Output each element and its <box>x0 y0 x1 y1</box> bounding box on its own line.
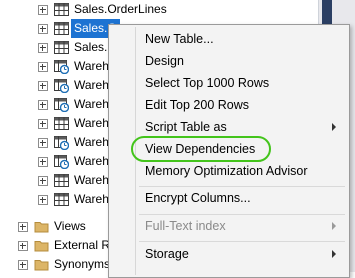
menu-item-full-text-index: Full-Text index <box>145 219 226 233</box>
expand-icon[interactable] <box>38 5 48 15</box>
expand-icon[interactable] <box>38 62 48 72</box>
tree-node-label: Wareh <box>74 192 109 206</box>
tree-node-label: Synonyms <box>54 257 111 271</box>
table-icon <box>54 117 69 130</box>
expand-icon[interactable] <box>38 119 48 129</box>
menu-separator <box>139 241 345 242</box>
folder-icon <box>34 241 49 252</box>
menu-item-edit-top-200[interactable]: Edit Top 200 Rows <box>145 94 249 116</box>
menu-icon-gutter <box>135 27 136 275</box>
tree-node-label: Wareh <box>74 135 109 149</box>
table-icon <box>54 3 69 16</box>
temporal-table-icon <box>54 60 69 74</box>
tree-node-label: Wareh <box>74 154 109 168</box>
menu-item-select-top-1000[interactable]: Select Top 1000 Rows <box>145 72 269 94</box>
menu-item-new-table[interactable]: New Table... <box>145 28 214 50</box>
expand-icon[interactable] <box>38 81 48 91</box>
expand-icon[interactable] <box>18 222 28 232</box>
temporal-table-icon <box>54 79 69 93</box>
tree-node-label: Wareh <box>74 97 109 111</box>
tree-node-label: Wareh <box>74 59 109 73</box>
context-menu: New Table... Design Select Top 1000 Rows… <box>108 24 350 278</box>
expand-icon[interactable] <box>38 24 48 34</box>
table-icon <box>54 22 69 35</box>
tree-node-label: Wareh <box>74 78 109 92</box>
temporal-table-icon <box>54 136 69 150</box>
tree-node-label: Wareh <box>74 116 109 130</box>
temporal-table-icon <box>54 155 69 169</box>
folder-icon <box>34 260 49 271</box>
submenu-arrow-icon <box>332 123 336 131</box>
folder-icon <box>34 222 49 233</box>
submenu-arrow-icon <box>332 222 336 230</box>
expand-icon[interactable] <box>38 157 48 167</box>
tree-node-label: Wareh <box>74 173 109 187</box>
menu-item-storage[interactable]: Storage <box>145 243 189 265</box>
tree-node-table[interactable]: Sales.OrderLines <box>0 0 318 19</box>
menu-item-memory-optimization-advisor[interactable]: Memory Optimization Advisor <box>145 160 308 182</box>
table-icon <box>54 193 69 206</box>
tree-node-label: Sales.OrderLines <box>74 2 167 16</box>
menu-item-script-table-as[interactable]: Script Table as <box>145 116 227 138</box>
menu-item-encrypt-columns[interactable]: Encrypt Columns... <box>145 187 251 209</box>
table-icon <box>54 41 69 54</box>
expand-icon[interactable] <box>38 43 48 53</box>
expand-icon[interactable] <box>38 176 48 186</box>
expand-icon[interactable] <box>38 100 48 110</box>
table-icon <box>54 174 69 187</box>
expand-icon[interactable] <box>18 260 28 270</box>
expand-icon[interactable] <box>38 138 48 148</box>
menu-item-view-dependencies[interactable]: View Dependencies <box>145 138 255 160</box>
temporal-table-icon <box>54 98 69 112</box>
menu-item-design[interactable]: Design <box>145 50 184 72</box>
expand-icon[interactable] <box>18 241 28 251</box>
tree-node-label: Views <box>54 219 86 233</box>
expand-icon[interactable] <box>38 195 48 205</box>
submenu-arrow-icon <box>332 250 336 258</box>
